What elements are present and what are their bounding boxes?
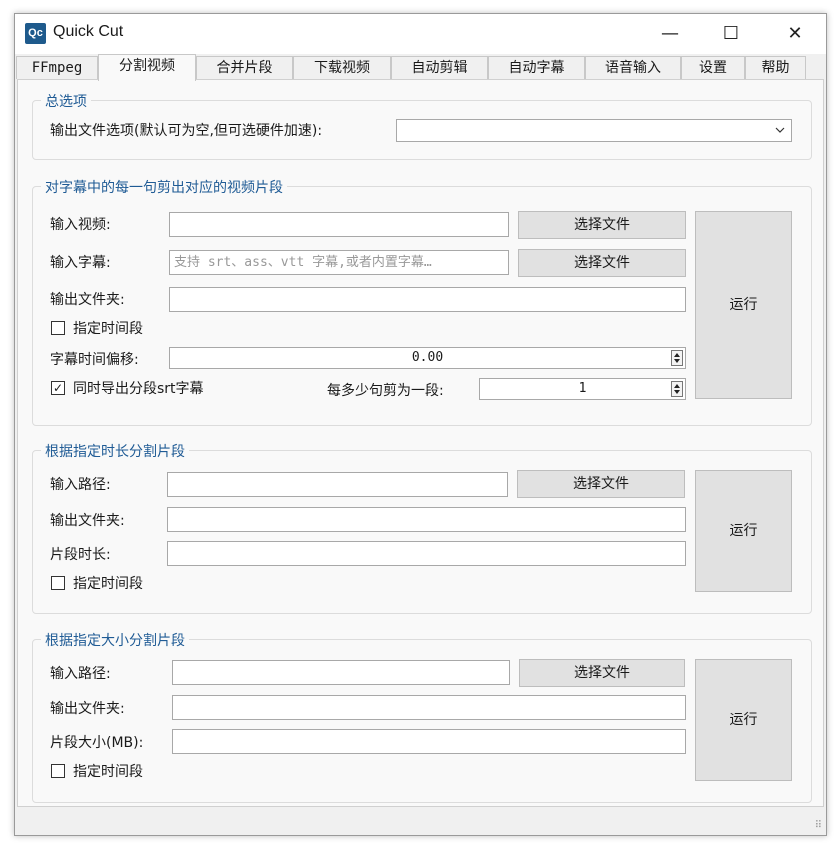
input-path-label: 输入路径: <box>50 477 111 493</box>
time-range-checkbox[interactable] <box>51 321 65 335</box>
output-folder-label: 输出文件夹: <box>50 701 125 717</box>
input-video-label: 输入视频: <box>50 217 111 233</box>
tab-settings[interactable]: 设置 <box>681 56 745 79</box>
window-title: Quick Cut <box>53 23 124 40</box>
close-button[interactable]: ✕ <box>765 14 825 54</box>
run-button-subtitle[interactable]: 运行 <box>695 211 792 399</box>
time-range-label: 指定时间段 <box>73 764 143 780</box>
tab-auto-edit[interactable]: 自动剪辑 <box>391 56 488 79</box>
output-folder-label: 输出文件夹: <box>50 513 125 529</box>
run-button-size[interactable]: 运行 <box>695 659 792 781</box>
choose-input-button[interactable]: 选择文件 <box>519 659 685 687</box>
output-options-combo[interactable] <box>396 119 792 142</box>
status-bar: ⠿ <box>15 807 826 835</box>
time-range-checkbox[interactable] <box>51 764 65 778</box>
output-options-label: 输出文件选项(默认可为空,但可选硬件加速): <box>50 123 323 139</box>
time-range-label: 指定时间段 <box>73 321 143 337</box>
input-path-label: 输入路径: <box>50 666 111 682</box>
tab-voice-input[interactable]: 语音输入 <box>585 56 681 79</box>
maximize-button[interactable]: ☐ <box>701 14 761 54</box>
every-n-spinbox[interactable]: 1 <box>479 378 686 400</box>
output-folder-label: 输出文件夹: <box>50 292 125 308</box>
group-by-subtitle: 对字幕中的每一句剪出对应的视频片段 输入视频: 选择文件 输入字幕: 支持 sr… <box>32 177 812 426</box>
every-n-value: 1 <box>578 381 587 396</box>
tab-help[interactable]: 帮助 <box>745 56 806 79</box>
choose-video-button[interactable]: 选择文件 <box>518 211 686 239</box>
spin-arrows-icon[interactable] <box>671 381 683 397</box>
segment-size-field[interactable] <box>172 729 686 754</box>
group-general-title: 总选项 <box>41 91 91 111</box>
tab-ffmpeg[interactable]: FFmpeg <box>16 56 98 79</box>
subtitle-offset-label: 字幕时间偏移: <box>50 352 139 368</box>
subtitle-offset-spinbox[interactable]: 0.00 <box>169 347 686 369</box>
input-path-field[interactable] <box>167 472 508 497</box>
chevron-down-icon <box>775 123 785 141</box>
input-subtitle-field[interactable]: 支持 srt、ass、vtt 字幕,或者内置字幕… <box>169 250 509 275</box>
group-by-subtitle-title: 对字幕中的每一句剪出对应的视频片段 <box>41 177 287 197</box>
run-button-duration[interactable]: 运行 <box>695 470 792 592</box>
tab-content: 总选项 输出文件选项(默认可为空,但可选硬件加速): 对字幕中的每一句剪出对应的… <box>17 79 824 807</box>
group-by-duration-title: 根据指定时长分割片段 <box>41 441 189 461</box>
output-folder-field[interactable] <box>167 507 686 532</box>
spin-arrows-icon[interactable] <box>671 350 683 366</box>
segment-duration-label: 片段时长: <box>50 547 111 563</box>
subtitle-offset-value: 0.00 <box>411 350 444 365</box>
tab-merge-segments[interactable]: 合并片段 <box>196 56 293 79</box>
export-srt-checkbox[interactable]: ✓ <box>51 381 65 395</box>
segment-duration-field[interactable] <box>167 541 686 566</box>
input-path-field[interactable] <box>172 660 510 685</box>
tab-auto-subtitle[interactable]: 自动字幕 <box>488 56 585 79</box>
choose-input-button[interactable]: 选择文件 <box>517 470 685 498</box>
group-by-size-title: 根据指定大小分割片段 <box>41 630 189 650</box>
input-video-field[interactable] <box>169 212 509 237</box>
group-by-duration: 根据指定时长分割片段 输入路径: 选择文件 输出文件夹: 片段时长: 指定时间段… <box>32 441 812 614</box>
tab-bar: FFmpeg 分割视频 合并片段 下载视频 自动剪辑 自动字幕 语音输入 设置 … <box>15 54 826 81</box>
app-icon: Qc <box>25 23 46 44</box>
time-range-label: 指定时间段 <box>73 576 143 592</box>
group-by-size: 根据指定大小分割片段 输入路径: 选择文件 输出文件夹: 片段大小(MB): 指… <box>32 630 812 803</box>
minimize-button[interactable]: — <box>640 14 700 54</box>
tab-split-video[interactable]: 分割视频 <box>98 54 196 81</box>
every-n-label: 每多少句剪为一段: <box>327 383 444 399</box>
output-folder-field[interactable] <box>169 287 686 312</box>
resize-grip-icon[interactable]: ⠿ <box>815 820 822 831</box>
choose-subtitle-button[interactable]: 选择文件 <box>518 249 686 277</box>
title-bar: Qc Quick Cut — ☐ ✕ <box>15 14 826 54</box>
time-range-checkbox[interactable] <box>51 576 65 590</box>
export-srt-label: 同时导出分段srt字幕 <box>73 381 204 397</box>
segment-size-label: 片段大小(MB): <box>50 735 144 751</box>
main-window: Qc Quick Cut — ☐ ✕ FFmpeg 分割视频 合并片段 下载视频… <box>14 13 827 836</box>
group-general: 总选项 输出文件选项(默认可为空,但可选硬件加速): <box>32 91 812 160</box>
output-folder-field[interactable] <box>172 695 686 720</box>
tab-download-video[interactable]: 下载视频 <box>293 56 391 79</box>
input-subtitle-label: 输入字幕: <box>50 255 111 271</box>
